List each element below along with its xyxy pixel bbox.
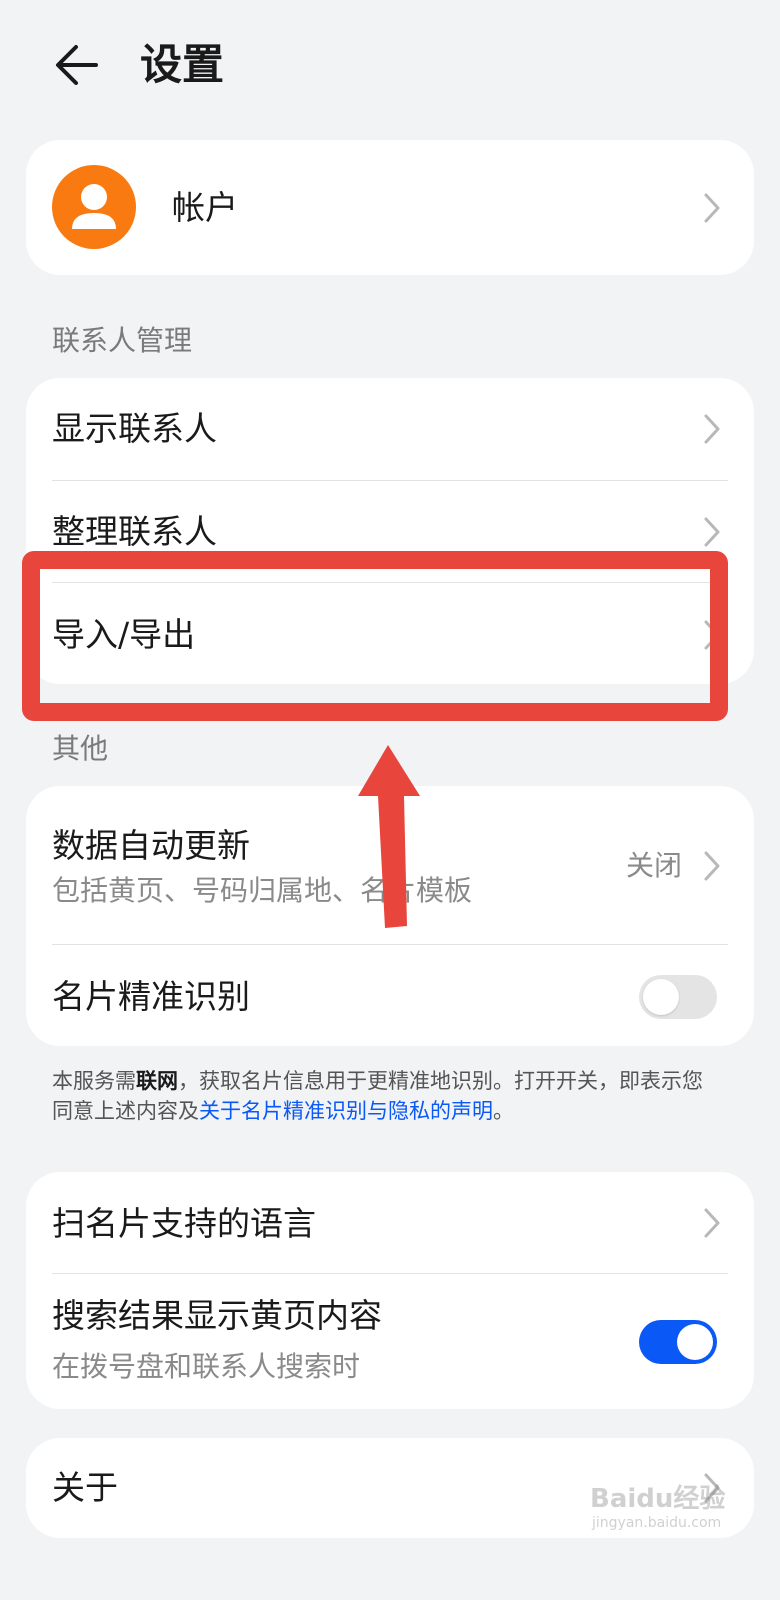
yellow-pages-item: 搜索结果显示黄页内容 在拨号盘和联系人搜索时 bbox=[26, 1274, 754, 1409]
avatar bbox=[52, 165, 136, 249]
card-recognition-label: 名片精准识别 bbox=[52, 977, 250, 1016]
top-bar: 设置 bbox=[0, 0, 780, 130]
chevron-right-icon bbox=[704, 1208, 720, 1238]
toggle-knob bbox=[677, 1324, 713, 1360]
scan-card: 扫名片支持的语言 搜索结果显示黄页内容 在拨号盘和联系人搜索时 bbox=[26, 1172, 754, 1409]
auto-update-value: 关闭 bbox=[625, 849, 682, 882]
card-recognition-item: 名片精准识别 bbox=[26, 945, 754, 1046]
about-label: 关于 bbox=[52, 1468, 118, 1507]
account-card[interactable]: 帐户 bbox=[26, 140, 754, 275]
note-text: 。 bbox=[493, 1099, 514, 1123]
person-icon bbox=[72, 184, 116, 229]
display-contacts-label: 显示联系人 bbox=[52, 409, 217, 448]
auto-update-label: 数据自动更新 bbox=[52, 826, 250, 865]
highlight-box bbox=[22, 551, 728, 721]
auto-update-description: 包括黄页、号码归属地、名片模板 bbox=[52, 874, 473, 907]
section-title-other: 其他 bbox=[52, 732, 109, 765]
watermark-url: jingyan.baidu.com bbox=[592, 1515, 722, 1531]
chevron-right-icon bbox=[704, 193, 720, 223]
yellow-pages-description: 在拨号盘和联系人搜索时 bbox=[52, 1350, 361, 1383]
toggle-knob bbox=[643, 979, 679, 1015]
yellow-pages-label: 搜索结果显示黄页内容 bbox=[52, 1296, 382, 1335]
scan-languages-label: 扫名片支持的语言 bbox=[52, 1204, 316, 1243]
page-title: 设置 bbox=[140, 40, 225, 89]
arrow-left-icon[interactable] bbox=[50, 38, 110, 92]
scan-languages-item[interactable]: 扫名片支持的语言 bbox=[26, 1172, 754, 1273]
note-text: 本服务需 bbox=[52, 1069, 136, 1093]
yellow-pages-toggle[interactable] bbox=[639, 1320, 717, 1364]
chevron-right-icon bbox=[704, 414, 720, 444]
card-recognition-toggle[interactable] bbox=[639, 975, 717, 1019]
chevron-right-icon bbox=[704, 851, 720, 881]
note-bold-text: 联网 bbox=[136, 1069, 178, 1093]
display-contacts-item[interactable]: 显示联系人 bbox=[26, 378, 754, 480]
privacy-statement-link[interactable]: 关于名片精准识别与隐私的声明 bbox=[199, 1099, 493, 1123]
watermark-logo: Baidu经验 bbox=[590, 1484, 726, 1514]
chevron-right-icon bbox=[704, 517, 720, 547]
other-card: 数据自动更新 包括黄页、号码归属地、名片模板 关闭 名片精准识别 bbox=[26, 786, 754, 1046]
privacy-note: 本服务需联网，获取名片信息用于更精准地识别。打开开关，即表示您同意上述内容及关于… bbox=[52, 1066, 722, 1126]
auto-update-item[interactable]: 数据自动更新 包括黄页、号码归属地、名片模板 关闭 bbox=[26, 786, 754, 944]
organize-contacts-label: 整理联系人 bbox=[52, 512, 217, 551]
account-label: 帐户 bbox=[172, 188, 238, 227]
section-title-contacts: 联系人管理 bbox=[52, 324, 193, 357]
